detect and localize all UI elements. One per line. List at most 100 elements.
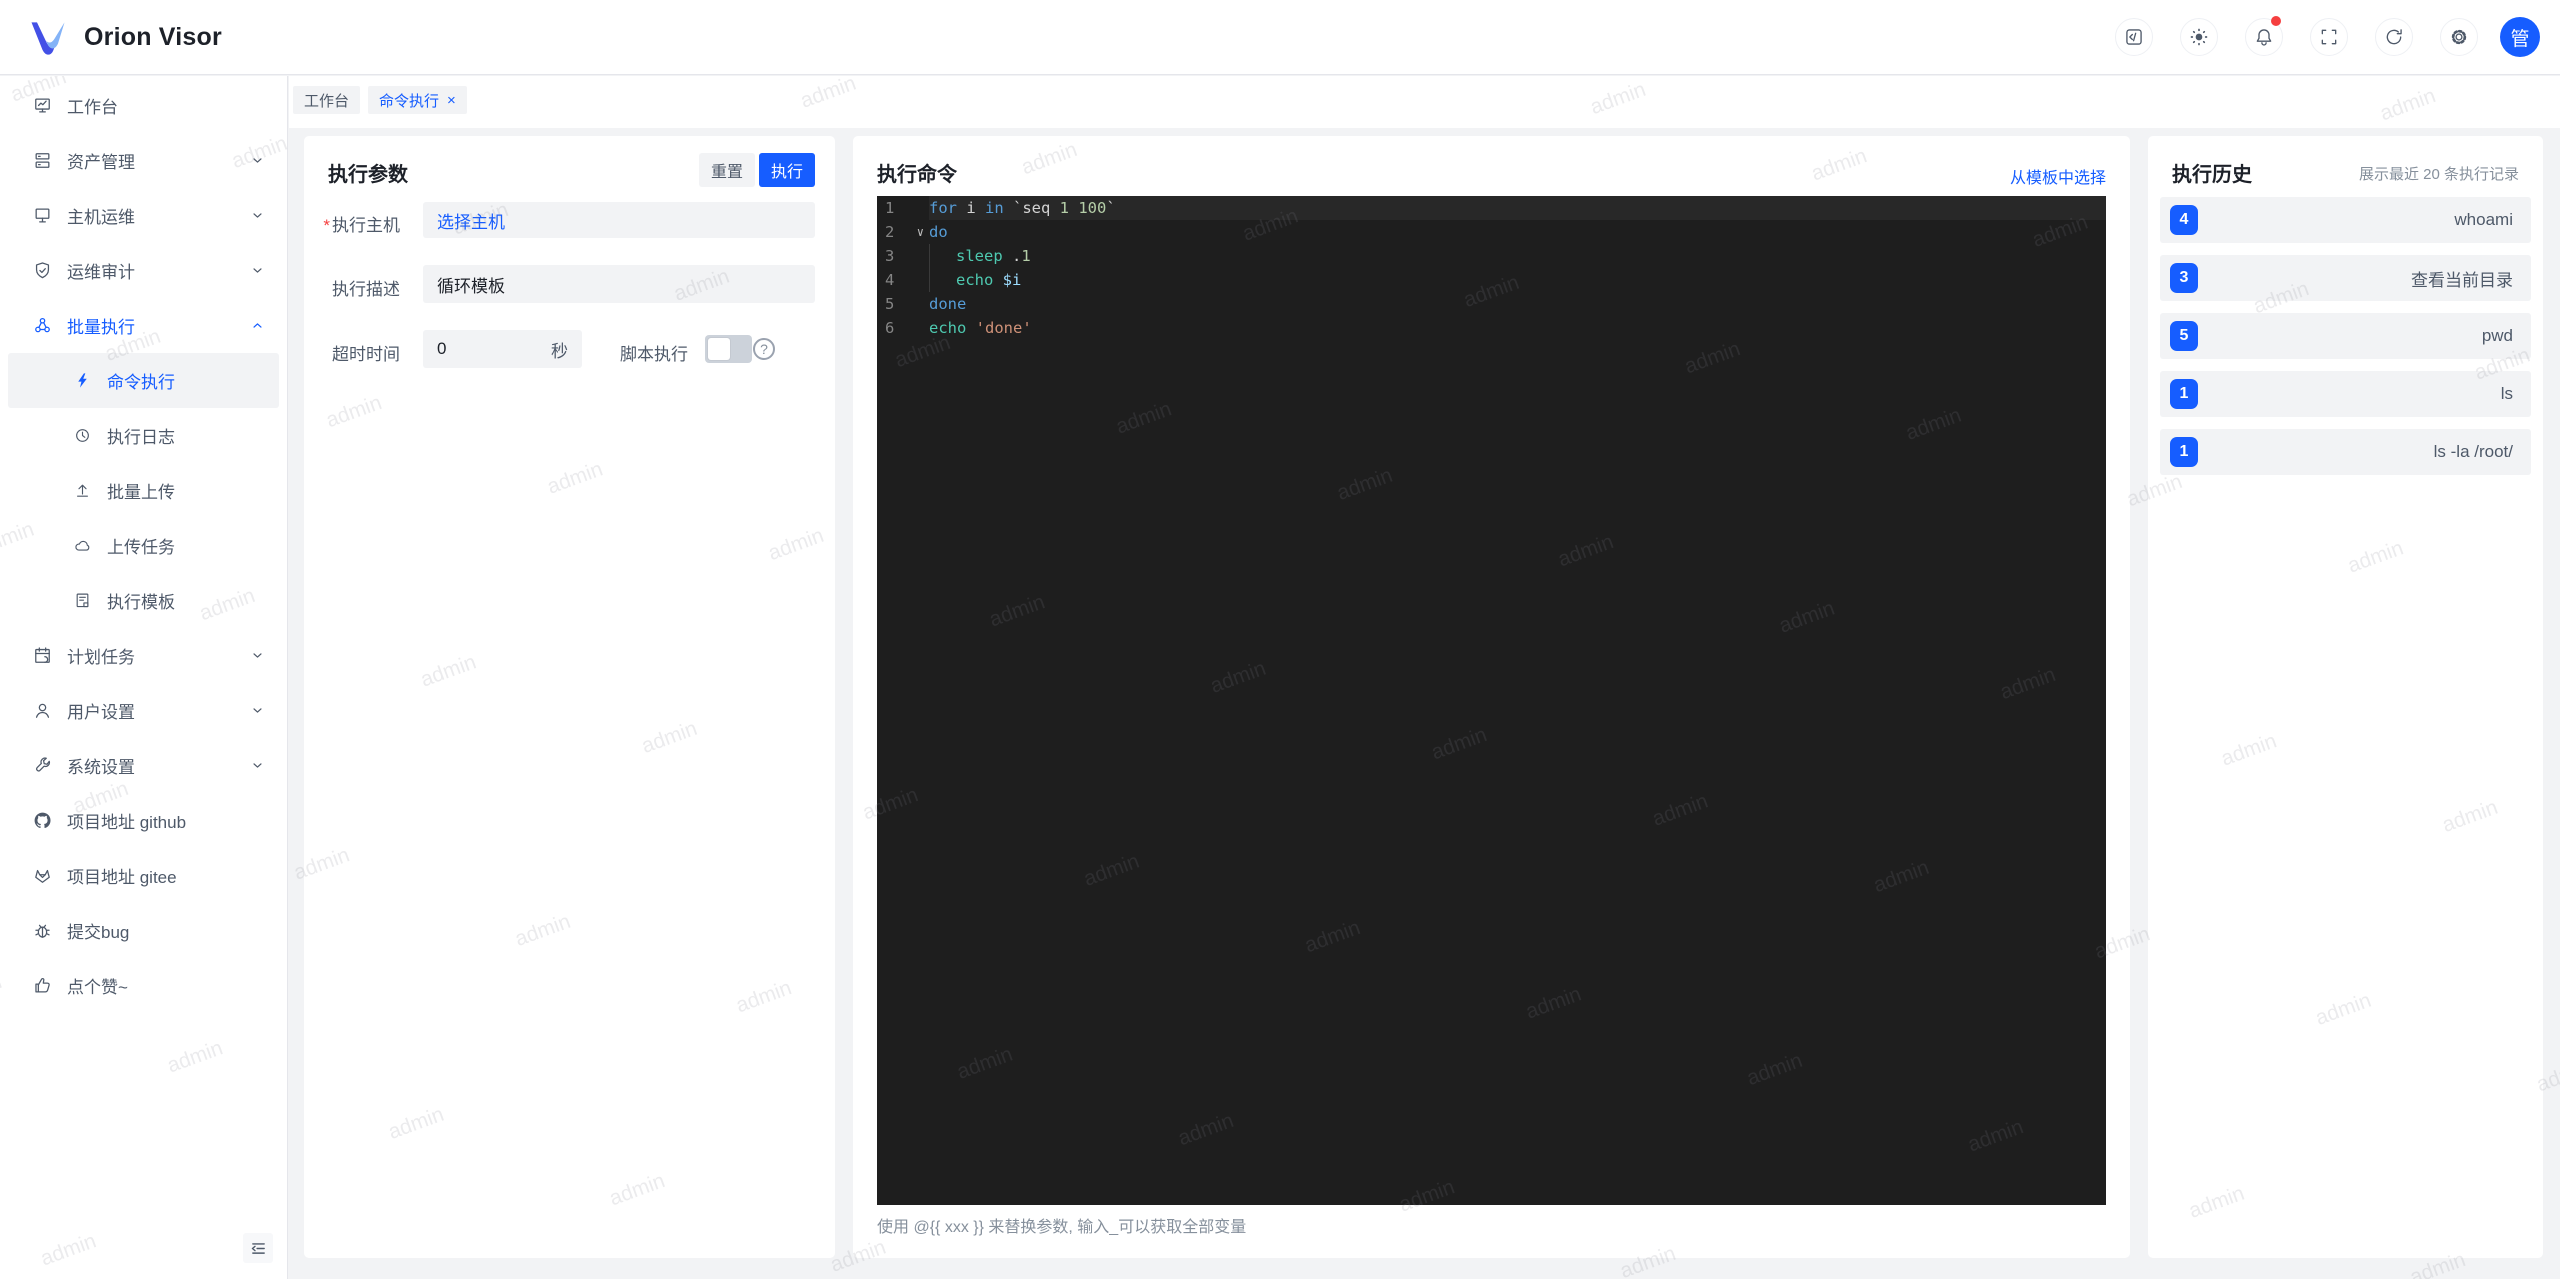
timeout-value: 0 — [437, 339, 447, 358]
workbench-icon — [32, 96, 52, 116]
exec-history-subtitle: 展示最近 20 条执行记录 — [2358, 166, 2519, 183]
refresh-button[interactable] — [2375, 18, 2413, 56]
host-select-field[interactable]: 选择主机 — [423, 202, 815, 238]
chevron-down-icon — [250, 208, 265, 223]
host-label: * 执行主机 — [323, 216, 400, 235]
script-exec-label: 脚本执行 — [620, 345, 688, 364]
app-title: Orion Visor — [84, 22, 222, 51]
sidebar-item-workbench[interactable]: 工作台 — [8, 78, 279, 133]
sidebar-item-schedule[interactable]: 计划任务 — [8, 628, 279, 683]
sidebar-item-assets[interactable]: 资产管理 — [8, 133, 279, 188]
code-line-2: 2 ∨ do — [877, 220, 2106, 244]
history-command: 查看当前目录 — [2411, 270, 2513, 290]
history-record[interactable]: 3 查看当前目录 — [2160, 255, 2531, 301]
sidebar-item-label: 批量执行 — [67, 318, 135, 337]
sidebar-item-label: 批量上传 — [107, 483, 175, 502]
history-record[interactable]: 1 ls -la /root/ — [2160, 429, 2531, 475]
sidebar-item-label: 工作台 — [67, 98, 118, 117]
command-exec-icon — [72, 371, 92, 391]
editor-hint: 使用 @{{ xxx }} 来替换参数, 输入_可以获取全部变量 — [877, 1219, 1247, 1236]
line-number: 3 — [885, 247, 895, 265]
sidebar-item-user-settings[interactable]: 用户设置 — [8, 683, 279, 738]
sidebar-item-bug[interactable]: 提交bug — [8, 903, 279, 958]
github-icon — [32, 811, 52, 831]
description-value: 循环模板 — [437, 276, 505, 296]
timeout-input[interactable]: 0 秒 — [423, 330, 582, 368]
sidebar-item-like[interactable]: 点个赞~ — [8, 958, 279, 1013]
sidebar-item-command-exec[interactable]: 命令执行 — [8, 353, 279, 408]
code-text: echo $i — [956, 271, 1022, 289]
script-exec-toggle[interactable] — [705, 335, 752, 363]
sidebar-item-batch-exec[interactable]: 批量执行 — [8, 298, 279, 353]
sidebar-item-exec-log[interactable]: 执行日志 — [8, 408, 279, 463]
chevron-down-icon — [250, 648, 265, 663]
exec-template-icon — [72, 591, 92, 611]
history-record[interactable]: 4 whoami — [2160, 197, 2531, 243]
sidebar-item-label: 执行模板 — [107, 593, 175, 612]
code-line-6: 6 echo 'done' — [877, 316, 2106, 340]
user-avatar[interactable]: 管 — [2500, 17, 2540, 57]
run-button[interactable]: 执行 — [759, 153, 815, 187]
code-text: echo 'done' — [929, 319, 1032, 337]
collapse-sidebar-button[interactable] — [243, 1233, 273, 1263]
chevron-down-icon — [250, 758, 265, 773]
app-logo: Orion Visor — [0, 15, 222, 59]
close-tab-icon[interactable]: × — [447, 93, 456, 108]
tab-0[interactable]: 工作台 — [293, 86, 361, 114]
sidebar-item-label: 执行日志 — [107, 428, 175, 447]
notification-icon — [2254, 27, 2274, 47]
sidebar-item-host-ops[interactable]: 主机运维 — [8, 188, 279, 243]
select-from-template-link[interactable]: 从模板中选择 — [2010, 164, 2106, 188]
gitee-icon — [32, 866, 52, 886]
bug-icon — [32, 921, 52, 941]
fold-chevron-icon[interactable]: ∨ — [917, 220, 924, 244]
sidebar-item-label: 提交bug — [67, 923, 130, 942]
code-button[interactable] — [2115, 18, 2153, 56]
reset-button[interactable]: 重置 — [699, 153, 755, 187]
history-record[interactable]: 5 pwd — [2160, 313, 2531, 359]
description-input[interactable]: 循环模板 — [423, 265, 815, 303]
history-command: whoami — [2454, 210, 2513, 229]
exec-command-panel: 执行命令 从模板中选择 1 for i in `seq 1 100` 2 ∨ do 3 sl… — [853, 136, 2130, 1258]
exec-count-badge: 4 — [2170, 205, 2198, 235]
settings-icon — [2449, 27, 2469, 47]
exec-command-title: 执行命令 — [877, 164, 957, 186]
exec-count-badge: 3 — [2170, 263, 2198, 293]
upload-task-icon — [72, 536, 92, 556]
sidebar-item-label: 命令执行 — [107, 373, 175, 392]
help-icon[interactable]: ? — [753, 338, 775, 360]
sidebar-item-audit[interactable]: 运维审计 — [8, 243, 279, 298]
sidebar-item-label: 用户设置 — [67, 703, 135, 722]
select-host-link[interactable]: 选择主机 — [437, 208, 505, 233]
host-ops-icon — [32, 206, 52, 226]
exec-params-title: 执行参数 — [328, 164, 408, 186]
description-label: 执行描述 — [332, 280, 400, 299]
exec-history-panel: 执行历史 展示最近 20 条执行记录 4 whoami 3 查看当前目录 5 pwd 1 ls… — [2148, 136, 2543, 1258]
theme-button[interactable] — [2180, 18, 2218, 56]
audit-icon — [32, 261, 52, 281]
exec-count-badge: 1 — [2170, 379, 2198, 409]
orion-visor-logo-icon — [31, 22, 65, 55]
fullscreen-button[interactable] — [2310, 18, 2348, 56]
tabs: 工作台 命令执行 × — [289, 76, 2560, 114]
sidebar-item-batch-upload[interactable]: 批量上传 — [8, 463, 279, 518]
chevron-down-icon — [250, 703, 265, 718]
header-actions — [2115, 16, 2500, 56]
settings-button[interactable] — [2440, 18, 2478, 56]
history-record[interactable]: 1 ls — [2160, 371, 2531, 417]
required-asterisk: * — [323, 216, 330, 235]
code-icon — [2124, 27, 2144, 47]
sidebar-item-exec-template[interactable]: 执行模板 — [8, 573, 279, 628]
code-editor[interactable]: 1 for i in `seq 1 100` 2 ∨ do 3 sleep .1 4 echo … — [877, 196, 2106, 1205]
notification-button[interactable] — [2245, 16, 2283, 56]
code-line-1: 1 for i in `seq 1 100` — [877, 196, 2106, 220]
sidebar-item-upload-task[interactable]: 上传任务 — [8, 518, 279, 573]
sidebar-item-github[interactable]: 项目地址 github — [8, 793, 279, 848]
sidebar-item-system-settings[interactable]: 系统设置 — [8, 738, 279, 793]
sidebar-item-label: 项目地址 gitee — [67, 868, 177, 887]
sidebar-item-label: 运维审计 — [67, 263, 135, 282]
code-line-5: 5 done — [877, 292, 2106, 316]
sidebar-item-gitee[interactable]: 项目地址 gitee — [8, 848, 279, 903]
tab-1[interactable]: 命令执行 × — [368, 86, 467, 114]
batch-upload-icon — [72, 481, 92, 501]
